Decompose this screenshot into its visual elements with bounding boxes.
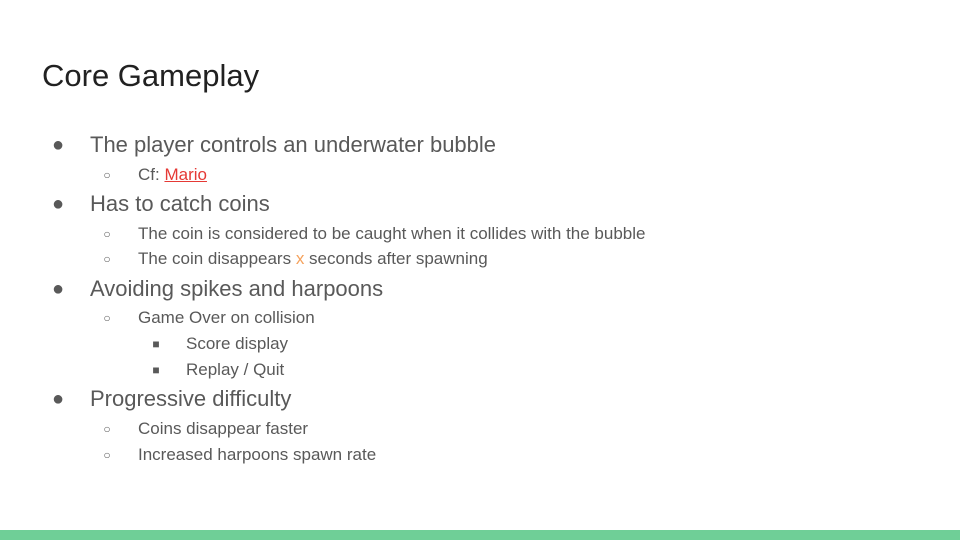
bullet-square-icon: ■: [152, 363, 160, 377]
bullet-square-icon: ■: [152, 337, 160, 351]
sub-bullet-text: Cf: Mario: [138, 164, 207, 186]
bullet-text: Progressive difficulty: [90, 386, 292, 411]
sub-bullet-text: Increased harpoons spawn rate: [138, 445, 377, 464]
bullet-dot-icon: ●: [51, 278, 65, 300]
mario-link[interactable]: Mario: [164, 165, 207, 184]
bullet-circle-icon: ○: [103, 168, 111, 182]
sub-sub-bullet-text: Replay / Quit: [186, 360, 285, 379]
sub-bullet-text: Coins disappear faster: [138, 419, 309, 438]
text-after-variable: seconds after spawning: [304, 249, 488, 268]
bullet-dot-icon: ●: [51, 193, 65, 215]
bullet-circle-icon: ○: [103, 422, 111, 436]
accent-footer-bar: [0, 530, 960, 540]
bullet-circle-icon: ○: [103, 227, 111, 241]
bullet-text: The player controls an underwater bubble: [90, 132, 497, 157]
bullet-dot-icon: ●: [51, 388, 65, 410]
bullet-circle-icon: ○: [103, 311, 111, 325]
bullet-circle-icon: ○: [103, 448, 111, 462]
sub-bullet-text: Game Over on collision: [138, 308, 315, 327]
sub-sub-bullet-text: Score display: [186, 334, 289, 353]
text-before-variable: The coin disappears: [138, 249, 296, 268]
bullet-circle-icon: ○: [103, 252, 111, 266]
slide: Core Gameplay ● The player controls an u…: [0, 0, 960, 540]
reference-prefix: Cf:: [138, 165, 165, 184]
bullet-text: Has to catch coins: [90, 191, 270, 216]
slide-title: Core Gameplay: [42, 58, 260, 93]
sub-bullet-text: The coin disappears x seconds after spaw…: [138, 248, 488, 270]
sub-bullet-text: The coin is considered to be caught when…: [138, 224, 646, 243]
bullet-text: Avoiding spikes and harpoons: [90, 276, 384, 301]
bullet-dot-icon: ●: [51, 134, 65, 156]
